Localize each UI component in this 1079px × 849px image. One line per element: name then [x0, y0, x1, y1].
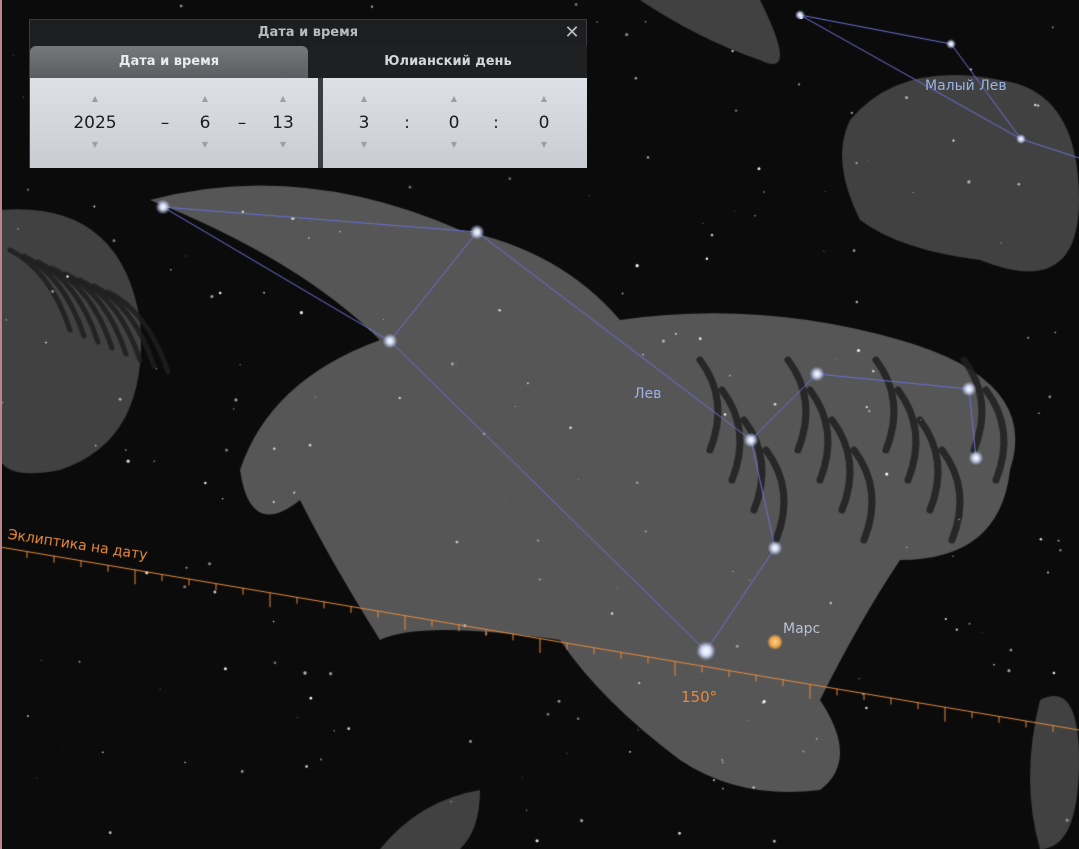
triangle-up-icon[interactable]: ▲ [65, 92, 125, 106]
time-panel: ▲ 3 ▼ : ▲ 0 ▼ : ▲ 0 ▼ [323, 78, 587, 168]
triangle-up-icon[interactable]: ▲ [264, 92, 302, 106]
tab-julian-day[interactable]: Юлианский день [309, 46, 587, 78]
window-edge [0, 0, 2, 849]
second-value[interactable]: 0 [527, 112, 561, 134]
second-spinbox[interactable]: ▲ 0 ▼ [527, 78, 561, 168]
constellation-label-leo: Лев [634, 386, 662, 402]
minute-value[interactable]: 0 [437, 112, 471, 134]
triangle-down-icon[interactable]: ▼ [527, 138, 561, 152]
tab-date-time[interactable]: Дата и время [30, 46, 308, 78]
hour-spinbox[interactable]: ▲ 3 ▼ [347, 78, 381, 168]
triangle-up-icon[interactable]: ▲ [437, 92, 471, 106]
triangle-down-icon[interactable]: ▼ [264, 138, 302, 152]
year-value[interactable]: 2025 [65, 112, 125, 134]
date-separator: – [160, 113, 170, 133]
time-separator: : [493, 113, 499, 133]
constellation-label-leo-minor: Малый Лев [925, 78, 1007, 94]
triangle-up-icon[interactable]: ▲ [347, 92, 381, 106]
date-panel: ▲ 2025 ▼ – ▲ 6 ▼ – ▲ 13 ▼ [30, 78, 318, 168]
day-value[interactable]: 13 [264, 112, 302, 134]
hour-value[interactable]: 3 [347, 112, 381, 134]
triangle-down-icon[interactable]: ▼ [65, 138, 125, 152]
day-spinbox[interactable]: ▲ 13 ▼ [264, 78, 302, 168]
close-icon[interactable]: ✕ [562, 22, 582, 44]
triangle-down-icon[interactable]: ▼ [347, 138, 381, 152]
ecliptic-degree-label: 150° [681, 688, 718, 706]
planet-label-mars: Марс [783, 621, 821, 637]
month-value[interactable]: 6 [188, 112, 222, 134]
date-time-dialog: Дата и время ✕ Дата и время Юлианский де… [29, 19, 587, 168]
year-spinbox[interactable]: ▲ 2025 ▼ [65, 78, 125, 168]
triangle-up-icon[interactable]: ▲ [527, 92, 561, 106]
triangle-down-icon[interactable]: ▼ [437, 138, 471, 152]
triangle-up-icon[interactable]: ▲ [188, 92, 222, 106]
triangle-down-icon[interactable]: ▼ [188, 138, 222, 152]
minute-spinbox[interactable]: ▲ 0 ▼ [437, 78, 471, 168]
dialog-title: Дата и время [257, 25, 359, 40]
month-spinbox[interactable]: ▲ 6 ▼ [188, 78, 222, 168]
date-separator: – [237, 113, 247, 133]
time-separator: : [404, 113, 410, 133]
